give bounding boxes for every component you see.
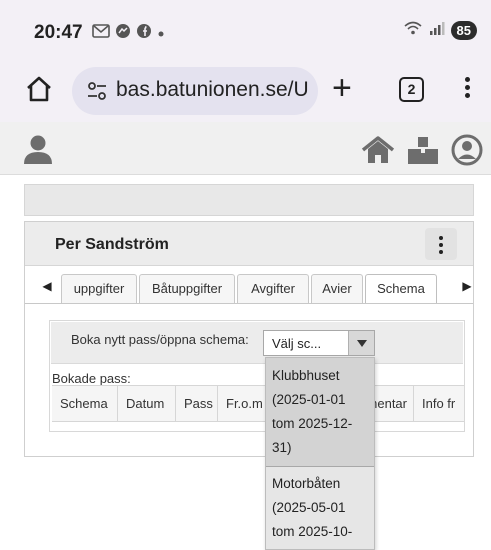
page-content: Per Sandström ◀ uppgifter Båtuppgifter A… xyxy=(0,175,491,550)
member-panel: Per Sandström ◀ uppgifter Båtuppgifter A… xyxy=(24,221,474,457)
dropdown-option-motorbaten[interactable]: Motorbåten (2025-05-01 tom 2025-10-15) xyxy=(266,466,374,549)
chevron-down-icon[interactable] xyxy=(348,331,374,355)
status-bar: 20:47 85 xyxy=(0,0,491,58)
tab-scroll-right-icon[interactable]: ▶ xyxy=(457,279,477,295)
booked-shifts-table-header: Schema Datum Pass Fr.o.m Kommentar Info … xyxy=(52,385,464,422)
site-settings-icon[interactable] xyxy=(86,80,108,102)
book-shift-row: Boka nytt pass/öppna schema: Välj sc... xyxy=(51,322,463,364)
column-header[interactable]: Datum xyxy=(118,386,176,422)
tab-divider xyxy=(25,303,473,304)
browser-toolbar: bas.batunionen.se/U + 2 xyxy=(0,58,491,122)
site-header xyxy=(0,122,491,175)
status-time: 20:47 xyxy=(34,22,83,43)
booked-shifts-label: Bokade pass: xyxy=(52,371,131,386)
member-name: Per Sandström xyxy=(55,236,169,253)
tab-switcher-button[interactable]: 2 xyxy=(399,77,424,102)
tab-avier[interactable]: Avier xyxy=(311,274,363,303)
tab-uppgifter[interactable]: uppgifter xyxy=(61,274,137,303)
info-bar xyxy=(24,184,474,216)
url-text: bas.batunionen.se/U xyxy=(116,78,309,101)
system-icons: 85 xyxy=(403,20,477,41)
signal-icon xyxy=(429,21,445,40)
harbor-icon[interactable] xyxy=(407,135,439,170)
dropdown-option-klubbhuset[interactable]: Klubbhuset (2025-01-01 tom 2025-12-31) xyxy=(266,358,374,467)
tab-batuppgifter[interactable]: Båtuppgifter xyxy=(139,274,235,303)
wifi-icon xyxy=(403,20,423,41)
gmail-icon xyxy=(92,24,110,43)
panel-menu-icon[interactable] xyxy=(425,228,457,260)
schema-tab-content: Boka nytt pass/öppna schema: Välj sc... … xyxy=(49,320,465,432)
tab-schema[interactable]: Schema xyxy=(365,274,437,304)
book-shift-label: Boka nytt pass/öppna schema: xyxy=(71,332,249,347)
column-header[interactable]: Info fr xyxy=(414,386,464,422)
messenger-icon xyxy=(115,23,131,44)
dot-icon xyxy=(157,25,165,43)
browser-menu-icon[interactable] xyxy=(462,74,472,104)
schedule-dropdown-list: Klubbhuset (2025-01-01 tom 2025-12-31) M… xyxy=(265,357,375,550)
tab-scroll-left-icon[interactable]: ◀ xyxy=(37,279,57,295)
tab-avgifter[interactable]: Avgifter xyxy=(237,274,309,303)
new-tab-button[interactable]: + xyxy=(332,68,352,108)
home-icon[interactable] xyxy=(361,136,395,169)
account-icon[interactable] xyxy=(451,134,483,171)
user-icon[interactable] xyxy=(22,133,54,165)
tab-strip: ◀ uppgifter Båtuppgifter Avgifter Avier … xyxy=(25,272,473,304)
column-header[interactable]: Fr.o.m xyxy=(218,386,270,422)
notification-icons xyxy=(92,23,165,44)
schedule-select[interactable]: Välj sc... xyxy=(263,330,375,356)
panel-header: Per Sandström xyxy=(25,222,473,266)
column-header[interactable]: Pass xyxy=(176,386,218,422)
column-header[interactable]: Schema xyxy=(52,386,118,422)
battery-indicator: 85 xyxy=(450,21,477,40)
schedule-select-value: Välj sc... xyxy=(272,336,322,351)
browser-home-icon[interactable] xyxy=(24,74,54,104)
address-bar[interactable]: bas.batunionen.se/U xyxy=(72,67,318,115)
facebook-icon xyxy=(136,23,152,44)
